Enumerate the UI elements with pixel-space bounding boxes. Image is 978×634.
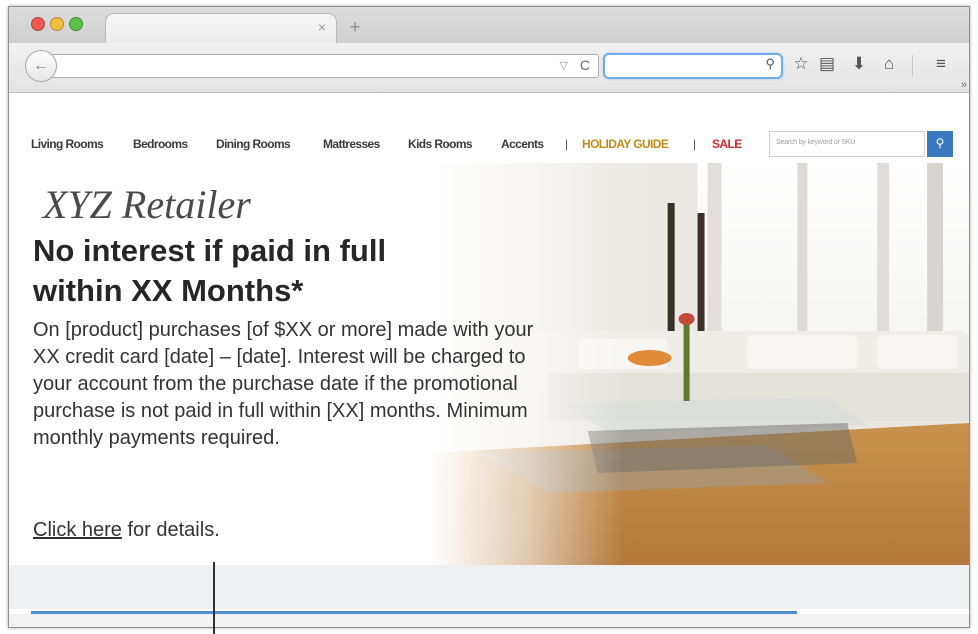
nav-living-rooms[interactable]: Living Rooms	[31, 137, 104, 151]
search-icon: ⚲	[935, 136, 945, 150]
nav-kids-rooms[interactable]: Kids Rooms	[408, 137, 473, 151]
brand-logo: XYZ Retailer	[43, 182, 251, 227]
nav-sale[interactable]: SALE	[712, 137, 742, 151]
footer-band	[9, 565, 969, 609]
site-search-placeholder: Search by keyword or SKU	[776, 139, 856, 146]
zoom-window-button[interactable]	[69, 17, 83, 31]
bookmarks-overflow-chevron-icon[interactable]: »	[961, 79, 967, 91]
magnifier-icon[interactable]: ⚲	[765, 56, 775, 72]
site-search-button[interactable]: ⚲	[927, 131, 953, 157]
close-window-button[interactable]	[31, 17, 45, 31]
toolbar-divider	[912, 55, 913, 77]
hero-banner: XYZ Retailer No interest if paid in full…	[9, 163, 969, 565]
browser-window: × + ▽ C ← ⚲ ☆ ▤ ⬇ ⌂ ≡ » Living Rooms Bed…	[8, 6, 970, 628]
url-bar[interactable]: ▽ C	[39, 54, 599, 78]
nav-accents[interactable]: Accents	[501, 137, 544, 151]
new-tab-button[interactable]: +	[345, 17, 365, 38]
nav-separator: |	[693, 137, 697, 151]
close-tab-icon[interactable]: ×	[314, 19, 330, 35]
details-link[interactable]: Click here	[33, 519, 122, 541]
reload-icon[interactable]: C	[580, 57, 590, 73]
details-text: for details.	[121, 519, 220, 541]
bookmark-star-icon[interactable]: ☆	[791, 54, 811, 74]
home-icon[interactable]: ⌂	[879, 54, 899, 74]
browser-tab[interactable]: ×	[105, 13, 337, 44]
url-history-dropdown-icon[interactable]: ▽	[560, 59, 568, 72]
site-navigation: Living Rooms Bedrooms Dining Rooms Mattr…	[9, 129, 969, 161]
site-search-input[interactable]: Search by keyword or SKU	[769, 131, 925, 157]
bottom-strip	[9, 614, 969, 627]
tab-strip: × +	[9, 7, 969, 44]
nav-holiday-guide[interactable]: HOLIDAY GUIDE	[582, 137, 669, 151]
menu-hamburger-icon[interactable]: ≡	[931, 54, 951, 74]
nav-dining-rooms[interactable]: Dining Rooms	[216, 137, 291, 151]
callout-pointer-line	[213, 562, 215, 634]
nav-mattresses[interactable]: Mattresses	[323, 137, 380, 151]
navigation-toolbar: ▽ C ← ⚲ ☆ ▤ ⬇ ⌂ ≡ »	[9, 43, 969, 93]
nav-bedrooms[interactable]: Bedrooms	[133, 137, 188, 151]
reading-list-icon[interactable]: ▤	[817, 54, 837, 74]
browser-search-input[interactable]: ⚲	[603, 53, 783, 79]
promo-headline: No interest if paid in full within XX Mo…	[33, 233, 387, 308]
nav-separator: |	[565, 137, 569, 151]
screenshot-frame: × + ▽ C ← ⚲ ☆ ▤ ⬇ ⌂ ≡ » Living Rooms Bed…	[0, 0, 978, 634]
minimize-window-button[interactable]	[50, 17, 64, 31]
promo-terms: On [product] purchases [of $XX or more] …	[33, 319, 534, 449]
details-line: Click here for details.	[33, 519, 220, 542]
download-icon[interactable]: ⬇	[849, 54, 869, 74]
back-button[interactable]: ←	[25, 50, 57, 82]
